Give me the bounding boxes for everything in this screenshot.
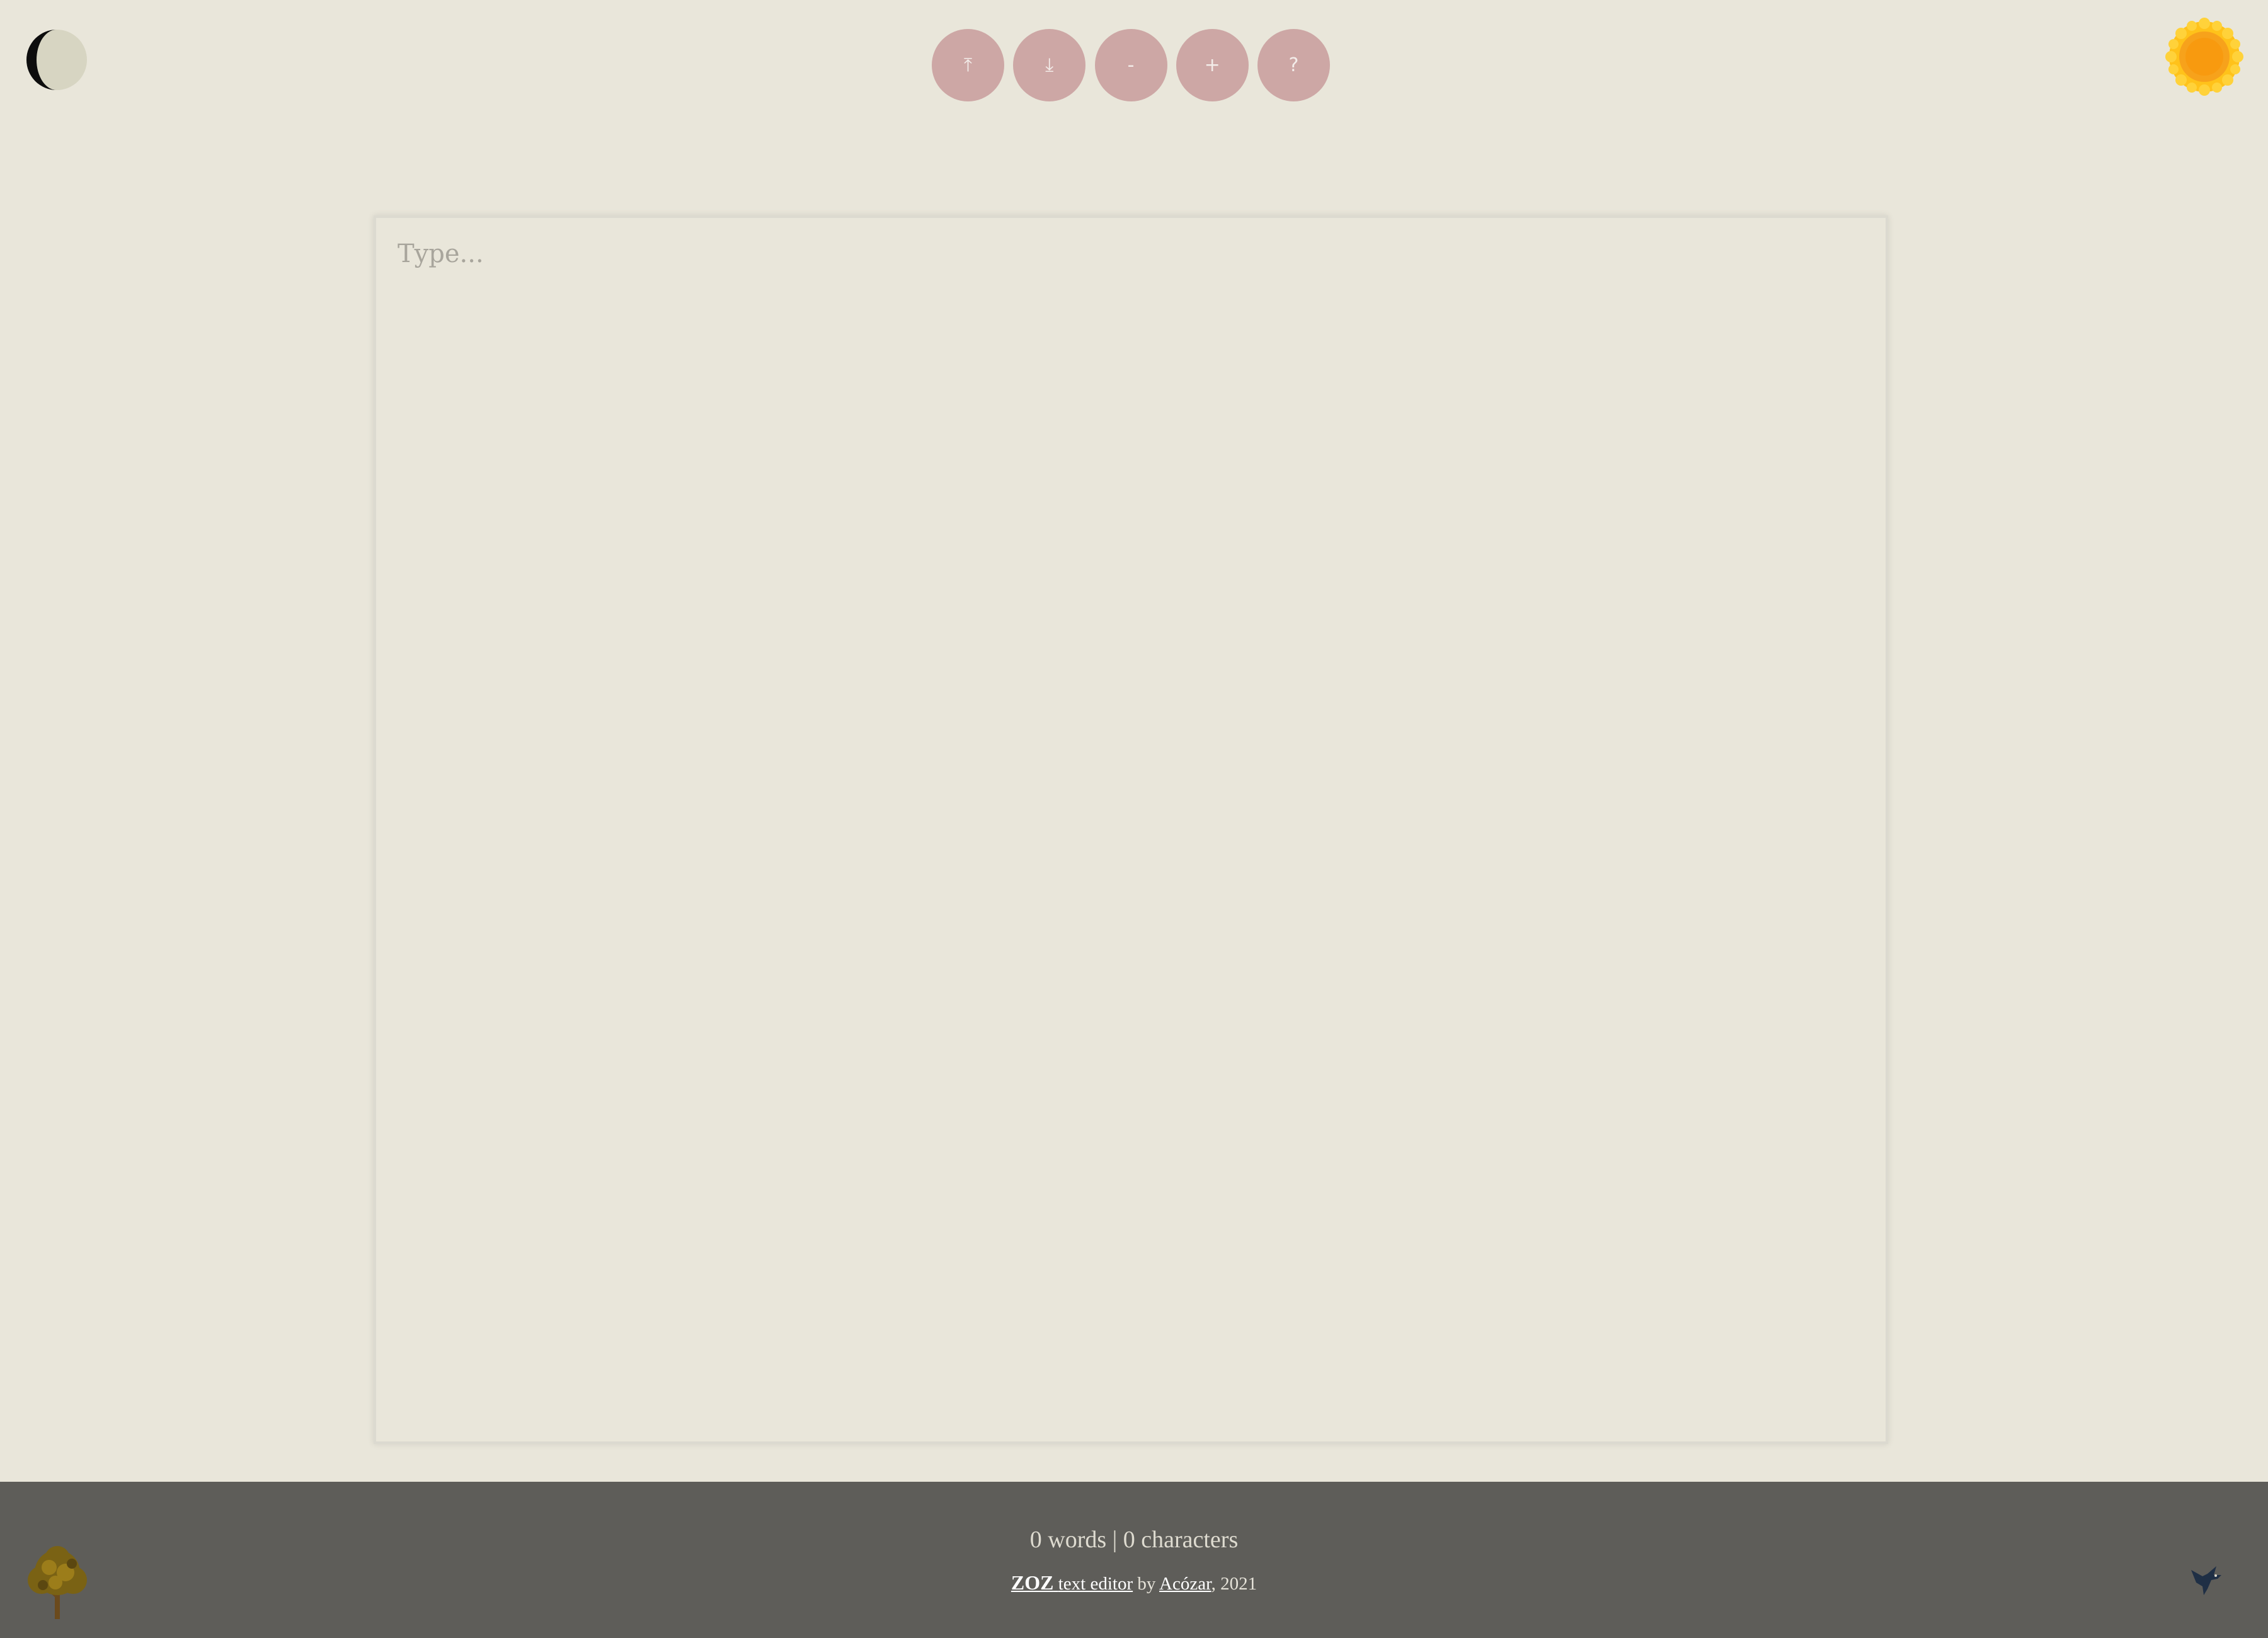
author-link[interactable]: Acózar — [1159, 1574, 1211, 1594]
moon-icon[interactable] — [26, 29, 88, 91]
word-char-counter: 0 words | 0 characters — [0, 1526, 2268, 1554]
text-editor-input[interactable] — [374, 215, 1888, 1444]
by-text: by — [1137, 1574, 1156, 1594]
toolbar: ⤒ ⤓ - + ? — [932, 29, 1330, 101]
editor-link[interactable]: ZOZ text editor — [1011, 1571, 1133, 1594]
plus-icon: + — [1204, 54, 1220, 76]
brand-name: ZOZ — [1011, 1571, 1054, 1594]
word-count: 0 — [1029, 1526, 1042, 1553]
decrease-font-button[interactable]: - — [1094, 29, 1167, 101]
char-count: 0 — [1123, 1526, 1135, 1553]
minus-icon: - — [1127, 54, 1135, 76]
download-button[interactable]: ⤓ — [1013, 29, 1086, 101]
footer: 0 words | 0 characters ZOZ text editor b… — [0, 1482, 2268, 1638]
words-label: words — [1048, 1526, 1107, 1553]
page: ⤒ ⤓ - + ? Type... 0 words | 0 characters… — [0, 0, 2268, 1638]
help-button[interactable]: ? — [1257, 29, 1330, 101]
credits: ZOZ text editor by Acózar, 2021 — [0, 1571, 2268, 1595]
increase-font-button[interactable]: + — [1176, 29, 1249, 101]
upload-icon: ⤒ — [963, 54, 973, 76]
bird-icon[interactable] — [2189, 1564, 2225, 1596]
characters-label: characters — [1141, 1526, 1239, 1553]
product-name: text editor — [1058, 1574, 1133, 1594]
counter-separator: | — [1112, 1526, 1118, 1553]
upload-button[interactable]: ⤒ — [932, 29, 1004, 101]
year-text: , 2021 — [1211, 1574, 1257, 1594]
sun-icon[interactable] — [2165, 18, 2243, 96]
download-icon: ⤓ — [1045, 54, 1054, 76]
help-icon: ? — [1288, 54, 1299, 76]
